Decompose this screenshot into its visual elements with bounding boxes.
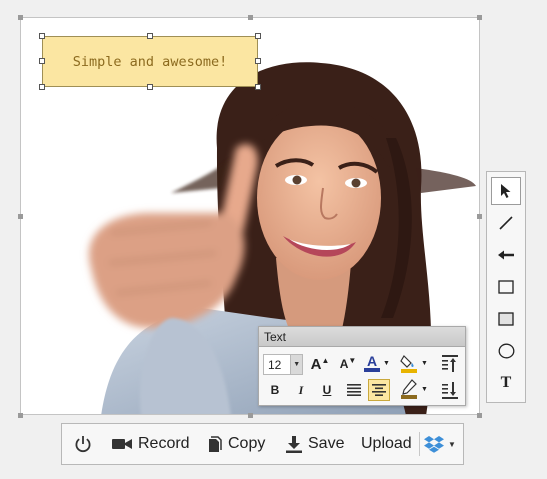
ellipse-tool[interactable] <box>491 337 521 365</box>
drawing-toolbar: T <box>486 171 526 403</box>
italic-label: I <box>298 382 304 397</box>
grow-caret-icon: ▲ <box>321 355 330 365</box>
filled-rectangle-tool[interactable] <box>491 305 521 333</box>
font-color-swatch <box>364 368 381 372</box>
record-button[interactable]: Record <box>112 424 190 464</box>
selection-handle-top-left[interactable] <box>39 33 45 39</box>
italic-button[interactable]: I <box>291 380 311 400</box>
selection-handle-middle-left[interactable] <box>39 58 45 64</box>
align-top-icon <box>442 355 458 372</box>
rectangle-outline-icon <box>498 280 514 294</box>
text-t-icon: T <box>500 374 512 391</box>
font-size-value[interactable]: 12 <box>264 355 290 374</box>
upload-label: Upload <box>361 435 412 452</box>
selection-handle-bottom-right[interactable] <box>255 84 261 90</box>
fill-color-button[interactable]: ▼ <box>397 353 431 373</box>
highlight-color-button[interactable]: ▼ <box>397 379 431 399</box>
chevron-down-icon[interactable]: ▼ <box>290 355 302 374</box>
line-icon <box>499 216 513 230</box>
copy-button[interactable]: Copy <box>208 424 265 464</box>
shrink-caret-icon: ▼ <box>348 355 357 365</box>
frame-handle-top-right[interactable] <box>477 15 482 20</box>
selection-handle-top-center[interactable] <box>147 33 153 39</box>
rectangle-filled-icon <box>498 312 514 326</box>
shrink-font-button[interactable]: A ▼ <box>337 354 359 374</box>
grow-font-button[interactable]: A ▲ <box>309 354 331 374</box>
frame-handle-bottom-center[interactable] <box>248 413 253 418</box>
font-color-icon: A <box>364 353 381 372</box>
chevron-down-icon: ▼ <box>448 439 456 449</box>
save-label: Save <box>308 435 345 452</box>
align-center-icon <box>372 384 386 396</box>
dropbox-icon <box>424 436 444 453</box>
align-justify-icon <box>347 384 361 396</box>
selection-handle-top-right[interactable] <box>255 33 261 39</box>
grow-font-label: A <box>310 355 322 373</box>
align-center-button[interactable] <box>368 379 390 401</box>
arrow-tool[interactable] <box>491 241 521 269</box>
pen-highlight-icon <box>401 379 418 399</box>
chevron-down-icon: ▼ <box>383 359 390 367</box>
selection-handle-bottom-left[interactable] <box>39 84 45 90</box>
align-bottom-button[interactable] <box>439 380 461 400</box>
frame-handle-top-center[interactable] <box>248 15 253 20</box>
upload-destination-dropdown[interactable]: ▼ <box>424 424 456 464</box>
frame-handle-bottom-left[interactable] <box>18 413 23 418</box>
power-button[interactable] <box>72 424 94 464</box>
ellipse-icon <box>498 343 514 359</box>
record-label: Record <box>138 435 190 452</box>
line-tool[interactable] <box>491 209 521 237</box>
action-bar: Record Copy Save Upload ▼ <box>61 423 464 465</box>
download-icon <box>286 436 302 453</box>
selection-handle-bottom-center[interactable] <box>147 84 153 90</box>
separator <box>419 432 420 456</box>
chevron-down-icon: ▼ <box>421 385 428 393</box>
video-camera-icon <box>112 439 132 449</box>
text-format-panel: Text 12 ▼ A ▲ A ▼ A ▼ ▼ B I U ▼ <box>258 326 466 406</box>
underline-label: U <box>322 383 332 397</box>
select-tool[interactable] <box>491 177 521 205</box>
cursor-arrow-icon <box>501 184 511 198</box>
copy-icon <box>209 435 222 452</box>
chevron-down-icon: ▼ <box>421 359 428 367</box>
font-color-label: A <box>366 353 378 369</box>
panel-title: Text <box>259 327 465 347</box>
bold-label: B <box>270 383 280 397</box>
frame-handle-top-left[interactable] <box>18 15 23 20</box>
align-justify-button[interactable] <box>343 380 365 400</box>
save-button[interactable]: Save <box>286 424 344 464</box>
arrow-left-icon <box>498 250 514 260</box>
shrink-font-label: A <box>339 357 349 371</box>
align-top-button[interactable] <box>439 354 461 374</box>
text-tool[interactable]: T <box>491 369 521 397</box>
align-bottom-icon <box>442 382 458 399</box>
font-size-select[interactable]: 12 ▼ <box>263 354 303 375</box>
frame-handle-middle-left[interactable] <box>18 214 23 219</box>
upload-button[interactable]: Upload <box>361 424 412 464</box>
text-annotation[interactable]: Simple and awesome! <box>42 36 258 87</box>
selection-handle-middle-right[interactable] <box>255 58 261 64</box>
rectangle-tool[interactable] <box>491 273 521 301</box>
power-icon <box>75 436 91 453</box>
paint-bucket-icon <box>400 355 418 373</box>
underline-button[interactable]: U <box>317 380 337 400</box>
annotation-text[interactable]: Simple and awesome! <box>73 54 227 70</box>
frame-handle-middle-right[interactable] <box>477 214 482 219</box>
frame-handle-bottom-right[interactable] <box>477 413 482 418</box>
bold-button[interactable]: B <box>265 380 285 400</box>
copy-label: Copy <box>228 435 266 452</box>
font-color-button[interactable]: A ▼ <box>361 353 393 373</box>
